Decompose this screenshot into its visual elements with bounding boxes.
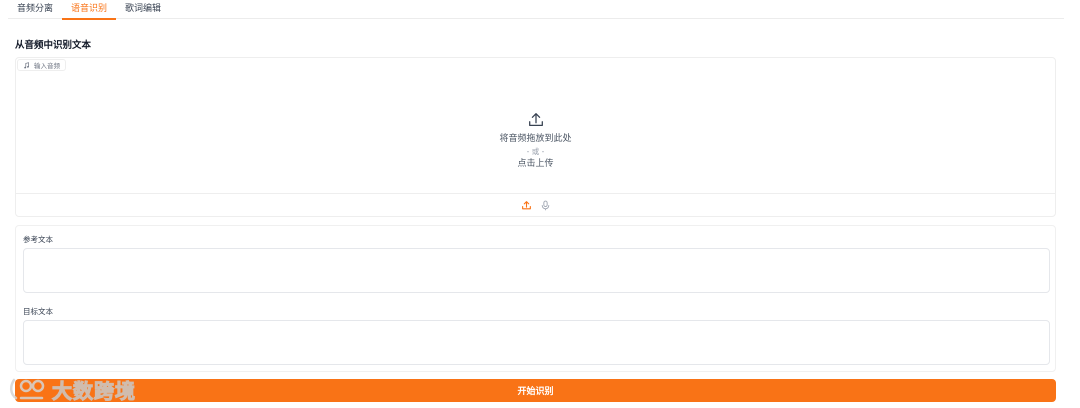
target-text-label: 目标文本 <box>23 307 53 316</box>
target-text-input[interactable] <box>23 320 1050 365</box>
upload-source-button[interactable] <box>520 199 533 212</box>
reference-text-label: 参考文本 <box>23 235 53 244</box>
upload-icon <box>521 200 531 209</box>
drop-text: 将音频拖放到此处 <box>499 133 572 144</box>
music-note-icon <box>24 61 29 68</box>
reference-text-input[interactable] <box>23 248 1050 293</box>
audio-input-label-text: 输入音频 <box>34 62 60 70</box>
microphone-icon <box>541 200 549 210</box>
tab-bar: 音频分离 语音识别 歌词编辑 <box>8 0 1064 20</box>
audio-source-bar <box>16 193 1055 216</box>
upload-icon <box>528 112 543 126</box>
click-to-upload-text[interactable]: 点击上传 <box>517 158 553 171</box>
audio-drop-zone[interactable]: 将音频拖放到此处 - 或 - 点击上传 <box>16 72 1055 193</box>
section-title: 从音频中识别文本 <box>15 40 92 51</box>
microphone-source-button[interactable] <box>539 199 552 212</box>
tab-lyrics-editing[interactable]: 歌词编辑 <box>116 0 170 19</box>
audio-input-label: 输入音频 <box>17 59 66 71</box>
text-fields-block: 参考文本 目标文本 <box>15 225 1056 372</box>
audio-input-block: 输入音频 将音频拖放到此处 - 或 - 点击上传 <box>15 57 1056 217</box>
start-recognition-button[interactable]: 开始识别 <box>15 379 1056 402</box>
or-text: - 或 - <box>526 146 545 156</box>
tab-speech-recognition[interactable]: 语音识别 <box>62 0 117 20</box>
tab-audio-separation[interactable]: 音频分离 <box>8 0 62 19</box>
